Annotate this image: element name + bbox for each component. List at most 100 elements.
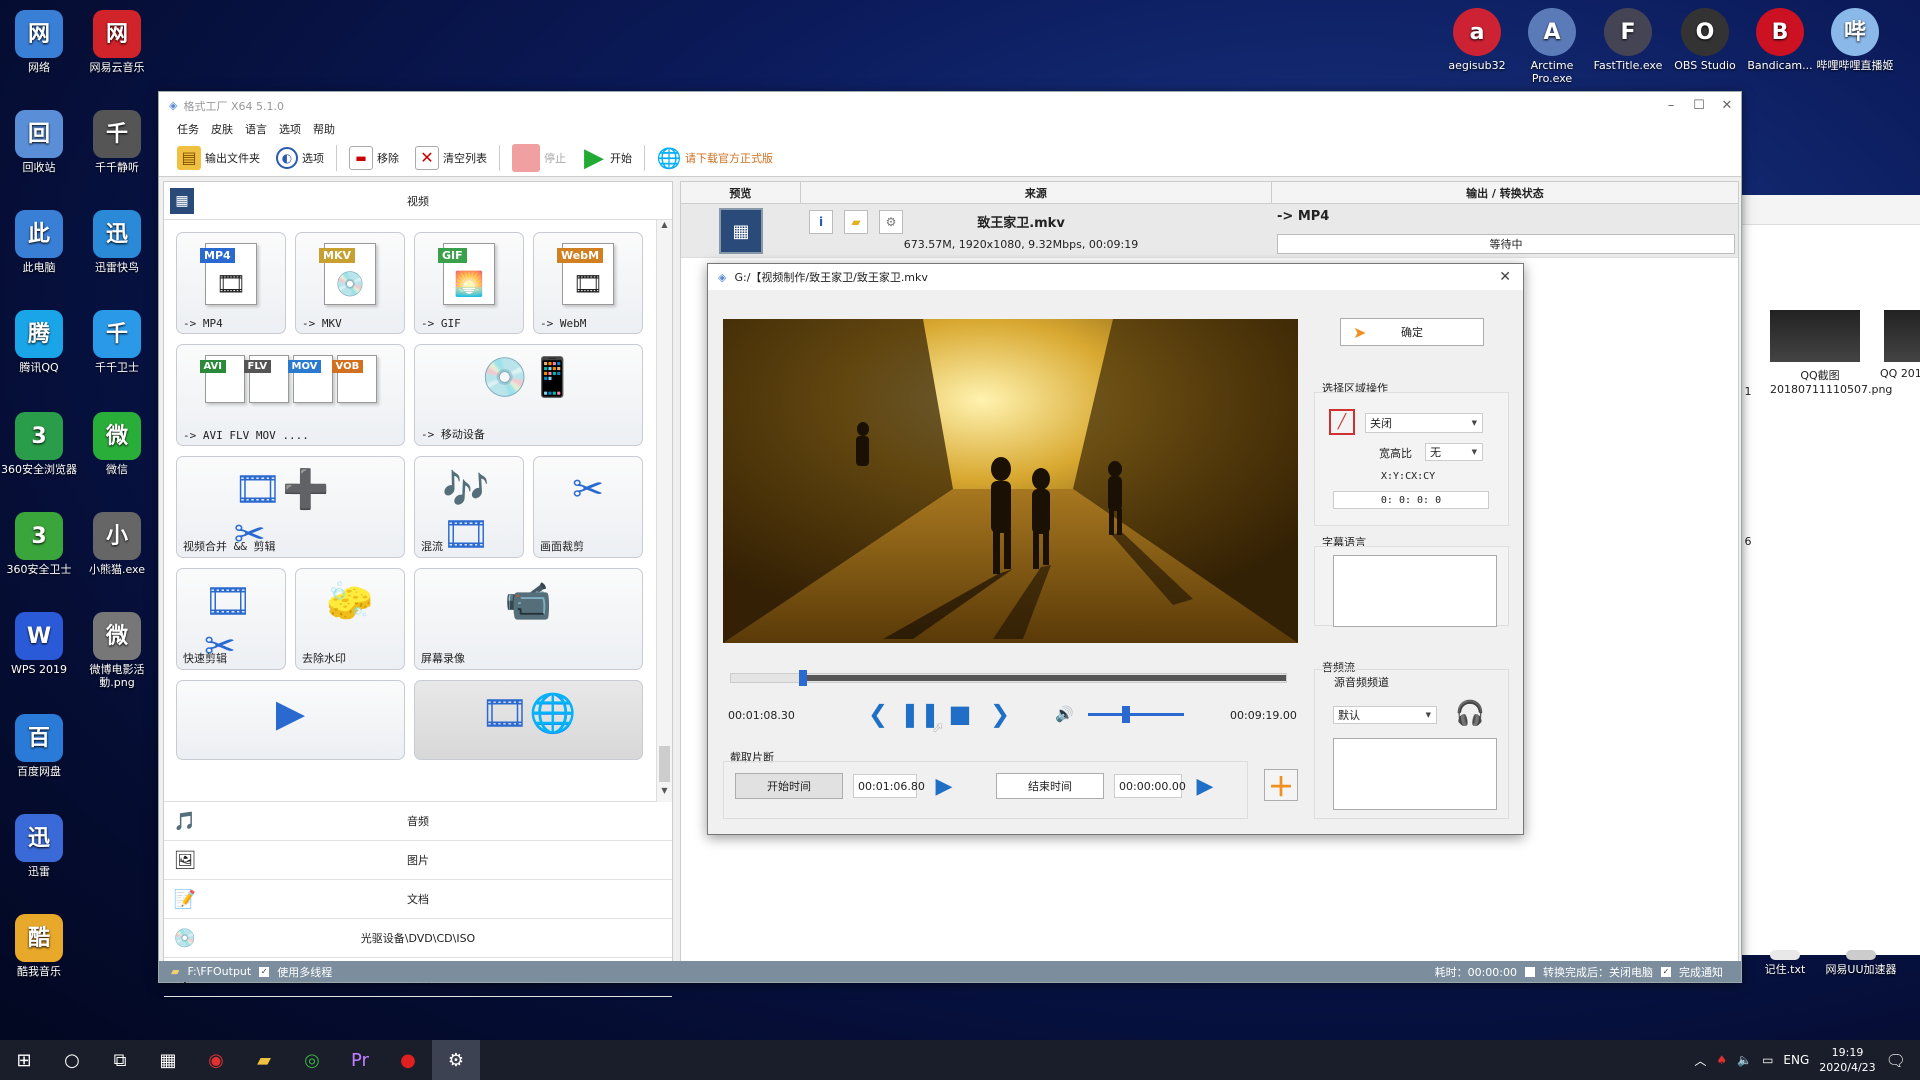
multithread-checkbox[interactable]: ✓ [259, 966, 270, 977]
end-time-button[interactable]: 结束时间 [996, 773, 1104, 799]
stop-button-icon[interactable]: ■ [948, 700, 972, 728]
speaker-icon[interactable]: 🔊 [1055, 705, 1074, 723]
aspect-select[interactable]: 无 ▼ [1425, 443, 1483, 461]
add-clip-button[interactable]: ＋ [1264, 769, 1298, 803]
clear-list-button[interactable]: ✕ 清空列表 [411, 144, 491, 172]
volume-handle[interactable] [1122, 706, 1131, 723]
premiere-icon[interactable]: Pr [336, 1040, 384, 1080]
desktop-icon[interactable]: 小小熊猫.exe [72, 512, 162, 576]
desktop-icon[interactable]: 微微信 [72, 412, 162, 476]
tray-expand-icon[interactable]: ︿ [1694, 1052, 1706, 1069]
desktop-icon[interactable]: 酷酷我音乐 [0, 914, 84, 978]
calculator-icon[interactable]: ▦ [144, 1040, 192, 1080]
tray-app-icon[interactable]: ♠ [1716, 1053, 1727, 1067]
tile-webm[interactable]: WebM 🎞 -> WebM [533, 232, 643, 334]
scroll-up-arrow[interactable]: ▲ [657, 220, 672, 236]
tile-merge-clip[interactable]: 🎞➕✂ 视频合并 && 剪辑 [176, 456, 405, 558]
desktop-icon[interactable]: 千千千卫士 [72, 310, 162, 374]
seek-handle[interactable] [798, 670, 807, 686]
menu-item[interactable]: 语言 [245, 121, 267, 137]
maximize-button[interactable]: ☐ [1685, 98, 1713, 113]
start-button[interactable]: ▶ 开始 [578, 143, 636, 173]
360-browser-icon[interactable]: ◎ [288, 1040, 336, 1080]
window-titlebar[interactable]: ◈ 格式工厂 X64 5.1.0 – ☐ ✕ [159, 92, 1741, 119]
desktop-icon[interactable]: F FastTitle.exe [1588, 8, 1668, 72]
tile-quick-clip[interactable]: 🎞✂ 快速剪辑 [176, 568, 286, 670]
output-folder-button[interactable]: ▤ 输出文件夹 [173, 144, 264, 172]
close-button[interactable]: ✕ [1713, 98, 1741, 113]
play-from-start-button[interactable]: ▶ [931, 773, 957, 799]
desktop-icon[interactable]: 千千千静听 [72, 110, 162, 174]
start-time-input[interactable]: 00:01:06.80 [853, 774, 925, 798]
tile-more-1[interactable]: ▶ [176, 680, 405, 760]
xy-input[interactable]: 0: 0: 0: 0 [1333, 491, 1489, 509]
file-label[interactable]: QQ截图20180711110507.png [1770, 367, 1892, 396]
notify-checkbox[interactable]: ✓ [1661, 966, 1671, 977]
previous-frame-button[interactable]: ❮ [866, 700, 890, 728]
language-indicator[interactable]: ENG [1783, 1053, 1809, 1067]
open-folder-button[interactable]: ▰ [844, 210, 868, 234]
menu-item[interactable]: 皮肤 [211, 121, 233, 137]
remove-button[interactable]: ▬ 移除 [345, 144, 403, 172]
play-to-end-button[interactable]: ▶ [1192, 773, 1218, 799]
menu-item[interactable]: 帮助 [313, 121, 335, 137]
desktop-icon[interactable]: 哔哔哩哔哩直播姬 [1815, 8, 1895, 72]
desktop-icon-uu[interactable]: 网易UU加速器 [1816, 950, 1906, 976]
end-time-input[interactable]: 00:00:00.00 [1114, 774, 1186, 798]
tile-avi-flv-mov[interactable]: AVI FLV MOV VOB -> AVI FLV MOV .... [176, 344, 405, 446]
thumbnail-image[interactable] [1770, 310, 1860, 362]
tile-mux[interactable]: 🎶🎞 混流 [414, 456, 524, 558]
header-source[interactable]: 来源 [801, 182, 1272, 203]
desktop-icon[interactable]: 迅迅雷 [0, 814, 84, 878]
desktop-icon[interactable]: 迅迅雷快鸟 [72, 210, 162, 274]
start-button-windows-icon[interactable]: ⊞ [0, 1040, 48, 1080]
headphones-icon[interactable]: 🎧 [1455, 698, 1485, 728]
minimize-button[interactable]: – [1657, 98, 1685, 113]
desktop-icon[interactable]: B Bandicam... [1740, 8, 1820, 72]
download-official-button[interactable]: 🌐 请下载官方正式版 [653, 144, 777, 172]
volume-slider[interactable] [1088, 706, 1184, 723]
task-view-icon[interactable]: ⧉ [96, 1040, 144, 1080]
desktop-icon[interactable]: 百百度网盘 [0, 714, 84, 778]
start-time-button[interactable]: 开始时间 [735, 773, 843, 799]
output-path[interactable]: F:\FFOutput [187, 965, 251, 978]
subtitle-list[interactable] [1333, 555, 1497, 627]
seek-bar[interactable] [730, 670, 1287, 686]
after-done-checkbox[interactable] [1525, 966, 1535, 977]
tile-crop[interactable]: ✂ 画面裁剪 [533, 456, 643, 558]
desktop-icon[interactable]: 网网易云音乐 [72, 10, 162, 74]
category-video[interactable]: ▦ 视频 [164, 182, 672, 220]
header-output[interactable]: 输出 / 转换状态 [1272, 182, 1738, 203]
desktop-icon[interactable]: 微微博电影活動.png [72, 612, 162, 689]
dialog-titlebar[interactable]: ◈ G:/【视频制作/致王家卫/致王家卫.mkv ✕ [708, 264, 1523, 290]
tiles-scrollbar[interactable]: ▲ ▼ [656, 220, 672, 802]
desktop-icon[interactable]: O OBS Studio [1665, 8, 1745, 72]
pause-button[interactable]: ❚❚ [900, 700, 940, 728]
format-factory-taskbar-icon[interactable]: ⚙ [432, 1040, 480, 1080]
netease-music-icon[interactable]: ◉ [192, 1040, 240, 1080]
category-row[interactable]: 🖼 图片 [164, 841, 672, 880]
dialog-close-button[interactable]: ✕ [1499, 269, 1511, 285]
network-icon[interactable]: ▭ [1762, 1053, 1773, 1067]
file-info-button[interactable]: i [809, 210, 833, 234]
task-row[interactable]: ▦ i ▰ ⚙ 致王家卫.mkv 673.57M, 1920x1080, 9.3… [681, 204, 1738, 258]
thumbnail-image[interactable] [1884, 310, 1920, 362]
tile-gif[interactable]: GIF 🌅 -> GIF [414, 232, 524, 334]
category-row[interactable]: 💿 光驱设备\DVD\CD\ISO [164, 919, 672, 958]
search-icon[interactable]: ○ [48, 1040, 96, 1080]
category-row[interactable]: 📝 文档 [164, 880, 672, 919]
region-select[interactable]: 关闭 ▼ [1365, 413, 1483, 433]
tile-mkv[interactable]: MKV 💿 -> MKV [295, 232, 405, 334]
tile-remove-watermark[interactable]: 🧽 去除水印 [295, 568, 405, 670]
desktop-icon[interactable]: A Arctime Pro.exe [1512, 8, 1592, 85]
tile-mobile-device[interactable]: 💿📱 -> 移动设备 [414, 344, 643, 446]
tile-screen-record[interactable]: 📹 屏幕录像 [414, 568, 643, 670]
audio-list[interactable] [1333, 738, 1497, 810]
confirm-button[interactable]: ➤ 确定 [1340, 318, 1484, 346]
volume-icon[interactable]: 🔈 [1737, 1053, 1752, 1067]
header-preview[interactable]: 预览 [681, 182, 801, 203]
menu-item[interactable]: 任务 [177, 121, 199, 137]
stop-button[interactable]: 停止 [508, 142, 570, 174]
file-explorer-icon[interactable]: ▰ [240, 1040, 288, 1080]
category-row[interactable]: 🎵 音频 [164, 802, 672, 841]
